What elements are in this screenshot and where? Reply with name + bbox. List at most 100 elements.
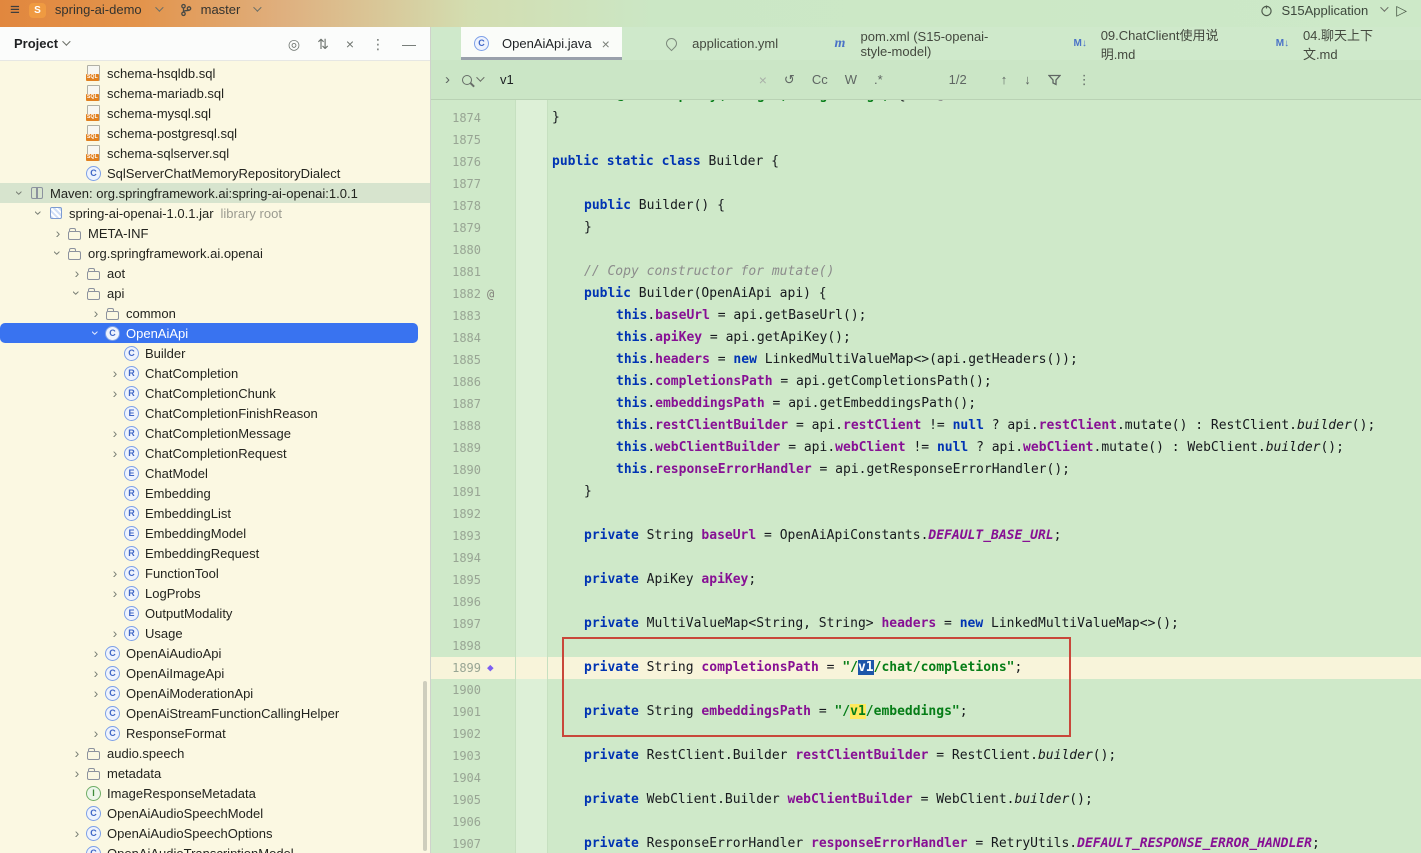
tree-item[interactable]: schema-mariadb.sql — [0, 83, 430, 103]
tree-item[interactable]: COpenAiAudioSpeechModel — [0, 803, 430, 823]
tree-item[interactable]: ›RChatCompletionChunk — [0, 383, 430, 403]
tree-item[interactable]: ›aot — [0, 263, 430, 283]
tree-item[interactable]: ›api — [0, 283, 430, 303]
collapse-all-icon[interactable]: ⇅ — [317, 37, 329, 51]
close-tab-icon[interactable]: × — [602, 38, 610, 50]
chevron-right-icon[interactable]: › — [50, 227, 66, 239]
expand-replace-icon[interactable]: › — [431, 71, 462, 88]
tree-item[interactable]: ›common — [0, 303, 430, 323]
tree-item[interactable]: ›spring-ai-openai-1.0.1.jarlibrary root — [0, 203, 430, 223]
tree-item[interactable]: EChatModel — [0, 463, 430, 483]
chevron-down-icon[interactable]: › — [14, 185, 26, 201]
editor-tab[interactable]: application.yml — [651, 27, 790, 60]
chevron-right-icon[interactable]: › — [107, 567, 123, 579]
annotation-gutter-icon[interactable]: @ — [481, 284, 515, 304]
tree-item[interactable]: EChatCompletionFinishReason — [0, 403, 430, 423]
tree-item[interactable]: ›RLogProbs — [0, 583, 430, 603]
search-icon[interactable] — [462, 75, 472, 85]
tree-item[interactable]: ›COpenAiAudioSpeechOptions — [0, 823, 430, 843]
ai-assistant-gutter-icon[interactable]: ◆ — [481, 658, 515, 678]
regex-toggle[interactable]: .* — [874, 73, 883, 87]
chevron-right-icon[interactable]: › — [107, 387, 123, 399]
editor-tab[interactable]: M↓09.ChatClient使用说明.md — [1060, 27, 1233, 60]
tree-item[interactable]: ›COpenAiAudioApi — [0, 643, 430, 663]
chevron-down-icon[interactable]: › — [71, 285, 83, 301]
tree-item[interactable]: CBuilder — [0, 343, 430, 363]
editor-tab[interactable]: mpom.xml (S15-openai-style-model) — [820, 27, 1031, 60]
search-options-chevron-icon[interactable] — [476, 73, 484, 81]
chevron-right-icon[interactable]: › — [107, 587, 123, 599]
class-icon: C — [86, 166, 101, 181]
tree-item[interactable]: ›COpenAiApi — [0, 323, 418, 343]
locate-file-icon[interactable]: ◎ — [288, 37, 300, 51]
tree-item[interactable]: ›metadata — [0, 763, 430, 783]
filter-icon[interactable] — [1048, 74, 1061, 86]
tree-item[interactable]: ›RChatCompletionMessage — [0, 423, 430, 443]
tree-item[interactable]: EOutputModality — [0, 603, 430, 623]
branch-widget[interactable]: master — [201, 1, 241, 19]
tree-item[interactable]: REmbeddingList — [0, 503, 430, 523]
tree-item[interactable]: COpenAiStreamFunctionCallingHelper — [0, 703, 430, 723]
tree-item[interactable]: ›org.springframework.ai.openai — [0, 243, 430, 263]
tree-item[interactable]: ›RUsage — [0, 623, 430, 643]
tree-item[interactable]: CSqlServerChatMemoryRepositoryDialect — [0, 163, 430, 183]
chevron-down-icon[interactable]: › — [90, 325, 102, 341]
chevron-right-icon[interactable]: › — [69, 827, 85, 839]
line-number: 1885 — [431, 349, 481, 371]
tree-item-label: OpenAiStreamFunctionCallingHelper — [126, 706, 339, 721]
find-more-options-icon[interactable]: ⋮ — [1078, 72, 1091, 88]
search-history-icon[interactable]: ↺ — [784, 73, 795, 87]
chevron-right-icon[interactable]: › — [107, 427, 123, 439]
tree-item[interactable]: REmbedding — [0, 483, 430, 503]
hide-panel-icon[interactable]: — — [402, 37, 416, 51]
tree-item[interactable]: ›COpenAiImageApi — [0, 663, 430, 683]
chevron-down-icon[interactable]: › — [33, 205, 45, 221]
tree-item[interactable]: ›CFunctionTool — [0, 563, 430, 583]
chevron-right-icon[interactable]: › — [107, 627, 123, 639]
tree-item[interactable]: ›Maven: org.springframework.ai:spring-ai… — [0, 183, 430, 203]
chevron-right-icon[interactable]: › — [88, 307, 104, 319]
tree-scrollbar[interactable] — [423, 681, 427, 851]
chevron-right-icon[interactable]: › — [107, 367, 123, 379]
run-config-selector[interactable]: S15Application — [1281, 3, 1368, 18]
chevron-right-icon[interactable]: › — [107, 447, 123, 459]
chevron-right-icon[interactable]: › — [69, 747, 85, 759]
tree-item[interactable]: ›CResponseFormat — [0, 723, 430, 743]
tree-item[interactable]: ›RChatCompletionRequest — [0, 443, 430, 463]
more-options-icon[interactable]: ⋮ — [371, 37, 385, 51]
search-input[interactable]: v1 — [500, 72, 514, 87]
code-editor[interactable]: 1873@JsonProperty("usage") Usage usage) … — [431, 100, 1421, 853]
tree-item[interactable]: ›COpenAiModerationApi — [0, 683, 430, 703]
tree-item[interactable]: COpenAiAudioTranscriptionModel — [0, 843, 430, 853]
tree-item[interactable]: schema-postgresql.sql — [0, 123, 430, 143]
chevron-right-icon[interactable]: › — [69, 767, 85, 779]
chevron-right-icon[interactable]: › — [69, 267, 85, 279]
tree-item[interactable]: IImageResponseMetadata — [0, 783, 430, 803]
tree-item[interactable]: schema-mysql.sql — [0, 103, 430, 123]
tree-item[interactable]: ›META-INF — [0, 223, 430, 243]
whole-words-toggle[interactable]: W — [845, 73, 857, 87]
tree-item[interactable]: REmbeddingRequest — [0, 543, 430, 563]
next-match-icon[interactable]: ↓ — [1024, 72, 1031, 87]
chevron-down-icon[interactable]: › — [52, 245, 64, 261]
line-number: 1902 — [431, 723, 481, 745]
panel-title[interactable]: Project — [14, 36, 58, 51]
chevron-right-icon[interactable]: › — [88, 647, 104, 659]
tree-item[interactable]: schema-sqlserver.sql — [0, 143, 430, 163]
project-widget[interactable]: spring-ai-demo — [55, 1, 142, 19]
clear-search-icon[interactable]: × — [759, 73, 767, 87]
run-button[interactable]: ▷ — [1396, 2, 1407, 18]
hamburger-menu-icon[interactable]: ≡ — [10, 1, 20, 19]
chevron-right-icon[interactable]: › — [88, 687, 104, 699]
close-panel-icon[interactable]: × — [346, 37, 354, 51]
chevron-right-icon[interactable]: › — [88, 727, 104, 739]
editor-tab[interactable]: M↓04.聊天上下文.md — [1262, 27, 1396, 60]
match-case-toggle[interactable]: Cc — [812, 73, 828, 87]
tree-item[interactable]: EEmbeddingModel — [0, 523, 430, 543]
chevron-right-icon[interactable]: › — [88, 667, 104, 679]
previous-match-icon[interactable]: ↑ — [1001, 72, 1008, 87]
editor-tab[interactable]: COpenAiApi.java× — [461, 27, 622, 60]
tree-item[interactable]: schema-hsqldb.sql — [0, 63, 430, 83]
tree-item[interactable]: ›audio.speech — [0, 743, 430, 763]
tree-item[interactable]: ›RChatCompletion — [0, 363, 430, 383]
